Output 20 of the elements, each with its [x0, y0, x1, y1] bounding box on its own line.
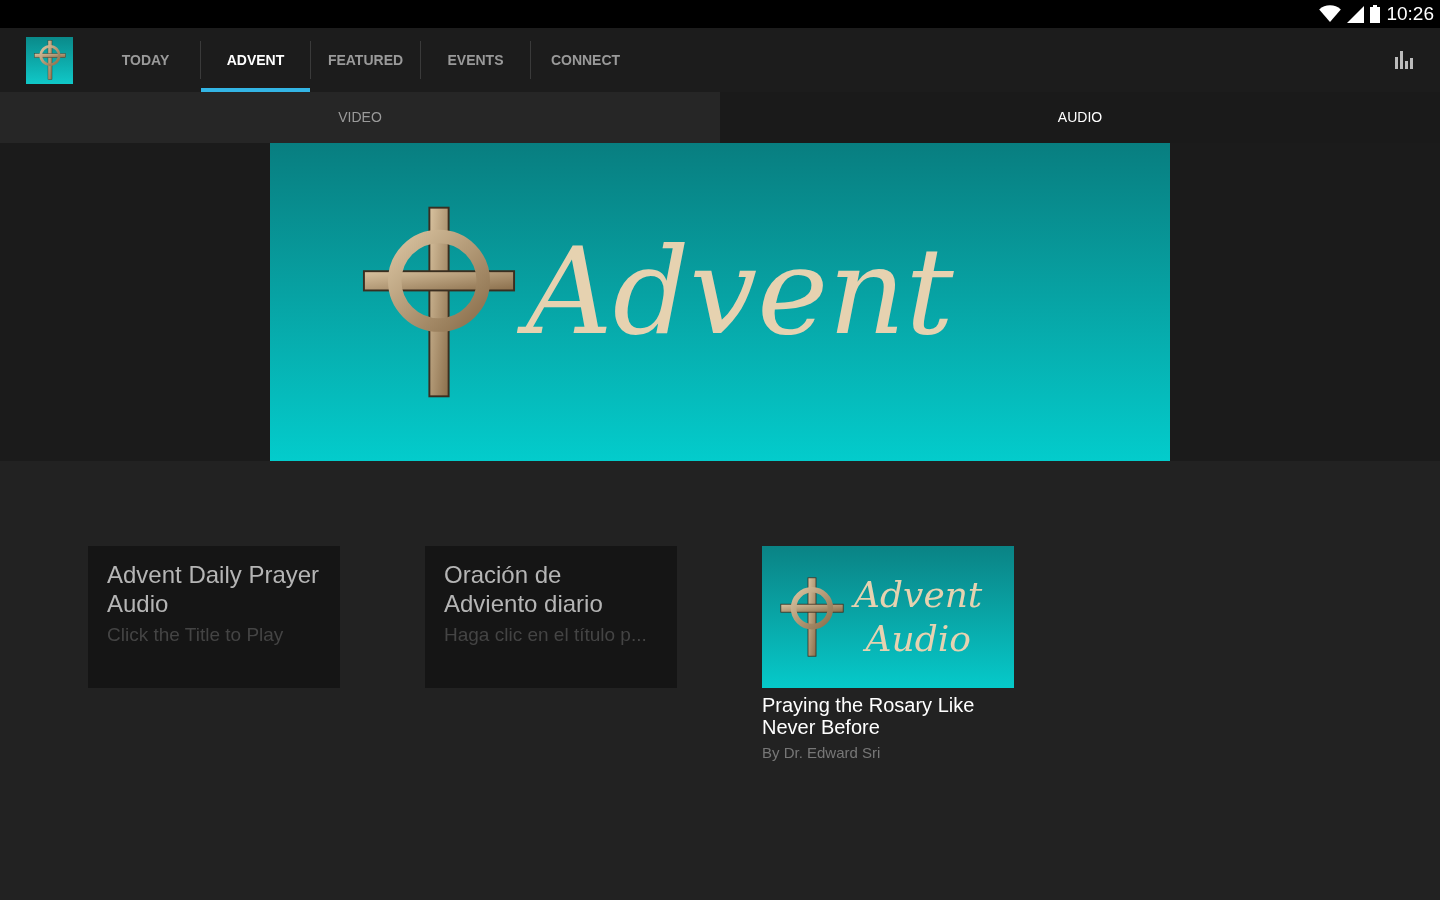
signal-icon — [1347, 5, 1365, 23]
sub-tab[interactable]: AUDIO — [720, 92, 1440, 143]
card-title: Advent Daily Prayer Audio — [107, 560, 321, 618]
sub-tab[interactable]: VIDEO — [0, 92, 720, 143]
clock-time: 10:26 — [1386, 1, 1434, 26]
thumbnail-title: Advent — [848, 573, 989, 617]
app-logo[interactable] — [26, 36, 73, 84]
card-title: Oración de Adviento diario — [444, 560, 604, 618]
nav-tab[interactable]: FEATURED — [311, 28, 420, 92]
nav-tab[interactable]: CONNECT — [531, 28, 640, 92]
bar-chart-icon[interactable] — [1395, 51, 1413, 69]
thumbnail-title: Audio — [862, 617, 972, 661]
cross-icon — [33, 40, 66, 80]
wifi-icon — [1319, 5, 1342, 23]
card-subtitle: By Dr. Edward Sri — [762, 743, 882, 763]
battery-icon — [1370, 5, 1381, 23]
nav-tab[interactable]: EVENTS — [421, 28, 530, 92]
nav-tab[interactable]: TODAY — [91, 28, 200, 92]
cross-icon — [780, 575, 844, 659]
card-title[interactable]: Praying the Rosary Like Never Before — [762, 694, 1014, 738]
